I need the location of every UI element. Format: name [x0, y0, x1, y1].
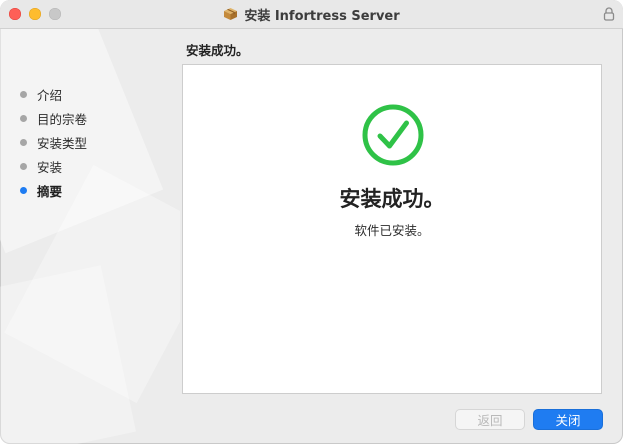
- step-label: 目的宗卷: [37, 111, 88, 127]
- success-message: 软件已安装。: [354, 223, 430, 238]
- title-bar: 安装 Infortress Server: [0, 0, 623, 29]
- window-title: 安装 Infortress Server: [244, 8, 400, 24]
- back-button[interactable]: 返回: [455, 409, 525, 430]
- step-bullet: [20, 114, 27, 122]
- step-installation: 安装: [20, 157, 62, 175]
- step-installation-type: 安装类型: [20, 133, 87, 151]
- step-bullet: [20, 90, 27, 98]
- step-destination-volume: 目的宗卷: [20, 109, 87, 127]
- step-label: 介绍: [37, 87, 63, 103]
- step-bullet: [20, 162, 27, 170]
- close-button[interactable]: 关闭: [533, 409, 603, 430]
- checkmark-circle-icon: [362, 104, 424, 166]
- package-icon: [224, 8, 238, 20]
- success-headline: 安装成功。: [339, 187, 445, 211]
- step-summary: 摘要: [20, 181, 62, 199]
- step-label: 安装类型: [37, 135, 88, 151]
- section-title: 安装成功。: [186, 43, 249, 58]
- installer-window: 安装 Infortress Server 介绍 目的宗卷 安装类型 安装 摘要 …: [0, 0, 623, 444]
- step-label: 安装: [37, 159, 63, 175]
- step-label: 摘要: [37, 183, 63, 199]
- step-introduction: 介绍: [20, 85, 62, 103]
- steps-sidebar: 介绍 目的宗卷 安装类型 安装 摘要: [0, 29, 180, 444]
- content-panel: 安装成功。 软件已安装。: [182, 64, 602, 394]
- window-title-group: 安装 Infortress Server: [0, 0, 623, 28]
- step-bullet: [20, 138, 27, 146]
- step-bullet-active: [20, 186, 27, 194]
- lock-icon: [603, 7, 615, 21]
